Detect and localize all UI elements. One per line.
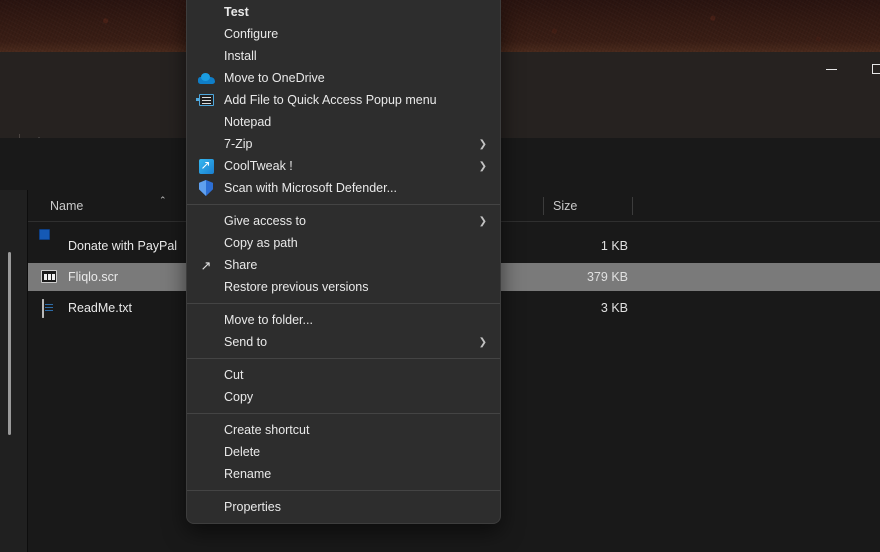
menu-item-label: Copy as path [224,236,298,250]
menu-item-give-access-to[interactable]: Give access to ❯ [187,210,500,232]
menu-item-label: Give access to [224,214,306,228]
file-size: 379 KB [483,263,628,291]
file-size: 3 KB [483,294,628,322]
cooltweak-icon [198,158,214,174]
menu-item-label: Send to [224,335,267,349]
menu-item-restore-previous-versions[interactable]: Restore previous versions [187,276,500,298]
menu-item-label: Restore previous versions [224,280,369,294]
submenu-chevron-right-icon: ❯ [479,210,487,232]
menu-item-notepad[interactable]: Notepad [187,111,500,133]
menu-item-label: Test [224,5,249,19]
navigation-pane-scrollbar[interactable] [8,252,11,435]
sort-ascending-icon: ⌃ [159,195,167,206]
minimize-icon [826,69,837,70]
submenu-chevron-right-icon: ❯ [479,331,487,353]
menu-item-delete[interactable]: Delete [187,441,500,463]
text-document-icon [41,300,57,316]
submenu-chevron-right-icon: ❯ [479,155,487,177]
menu-item-label: Create shortcut [224,423,309,437]
menu-item-label: 7-Zip [224,137,252,151]
menu-item-create-shortcut[interactable]: Create shortcut [187,419,500,441]
menu-separator [187,358,500,359]
menu-item-scan-with-microsoft-defender[interactable]: Scan with Microsoft Defender... [187,177,500,199]
menu-item-label: Rename [224,467,271,481]
column-header-size[interactable]: Size [553,190,577,222]
menu-item-label: Copy [224,390,253,404]
menu-item-label: Properties [224,500,281,514]
defender-shield-icon [198,180,214,196]
menu-item-label: Configure [224,27,278,41]
submenu-chevron-right-icon: ❯ [479,133,487,155]
menu-item-copy[interactable]: Copy [187,386,500,408]
menu-item-share[interactable]: ↗ Share [187,254,500,276]
menu-item-7-zip[interactable]: 7-Zip ❯ [187,133,500,155]
menu-item-label: Notepad [224,115,271,129]
menu-item-label: Delete [224,445,260,459]
paypal-shortcut-icon [41,238,57,254]
menu-item-label: Share [224,258,257,272]
column-separator[interactable] [632,197,633,215]
onedrive-icon [198,70,214,86]
screensaver-icon [41,269,57,285]
menu-item-label: Install [224,49,257,63]
menu-item-move-to-folder[interactable]: Move to folder... [187,309,500,331]
navigation-pane[interactable] [0,190,28,552]
menu-item-label: CoolTweak ! [224,159,293,173]
file-name: Fliqlo.scr [68,263,118,291]
menu-item-test[interactable]: Test [187,1,500,23]
menu-item-install[interactable]: Install [187,45,500,67]
menu-item-properties[interactable]: Properties [187,496,500,518]
menu-item-move-to-onedrive[interactable]: Move to OneDrive [187,67,500,89]
file-name: Donate with PayPal [68,232,177,260]
file-name: ReadMe.txt [68,294,132,322]
menu-item-cooltweak[interactable]: CoolTweak ! ❯ [187,155,500,177]
minimize-button[interactable] [808,52,854,86]
menu-separator [187,413,500,414]
maximize-icon [872,64,880,74]
quick-access-icon [198,92,214,108]
menu-item-label: Add File to Quick Access Popup menu [224,93,437,107]
context-menu[interactable]: Test Configure Install Move to OneDrive Add … [186,0,501,524]
menu-item-cut[interactable]: Cut [187,364,500,386]
column-separator[interactable] [543,197,544,215]
column-header-name[interactable]: Name [50,190,83,222]
menu-item-add-file-to-quick-access-popup-menu[interactable]: Add File to Quick Access Popup menu [187,89,500,111]
menu-separator [187,204,500,205]
menu-item-copy-as-path[interactable]: Copy as path [187,232,500,254]
menu-item-configure[interactable]: Configure [187,23,500,45]
maximize-button[interactable] [854,52,880,86]
menu-item-label: Move to folder... [224,313,313,327]
menu-item-label: Scan with Microsoft Defender... [224,181,397,195]
share-icon: ↗ [198,257,214,273]
menu-item-rename[interactable]: Rename [187,463,500,485]
menu-item-label: Move to OneDrive [224,71,325,85]
file-size: 1 KB [483,232,628,260]
menu-item-label: Cut [224,368,243,382]
menu-item-send-to[interactable]: Send to ❯ [187,331,500,353]
menu-separator [187,490,500,491]
menu-separator [187,303,500,304]
